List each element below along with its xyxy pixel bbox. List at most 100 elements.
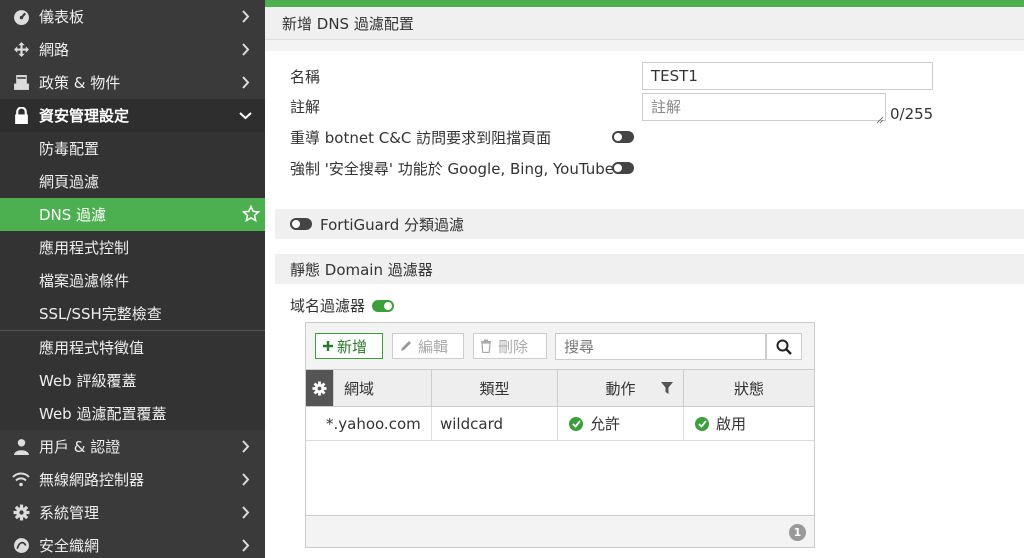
sidebar-item-network[interactable]: 網路 <box>0 33 265 66</box>
safe-search-toggle[interactable] <box>612 162 634 174</box>
chevron-right-icon <box>237 438 253 454</box>
fabric-icon <box>12 537 30 555</box>
domain-filter-toggle[interactable] <box>372 299 395 312</box>
dashboard-icon <box>12 8 30 26</box>
gear-icon <box>312 380 327 396</box>
add-button[interactable]: 新增 <box>315 333 383 359</box>
column-header-label: 類型 <box>479 379 510 398</box>
search-input[interactable]: 搜尋 <box>555 333 766 360</box>
sidebar-item-ssl-ssh-inspection[interactable]: SSL/SSH完整檢查 <box>0 297 265 330</box>
delete-button-label: 刪除 <box>498 337 529 356</box>
sidebar-item-dns-filter[interactable]: DNS 過濾 <box>0 198 265 231</box>
name-input[interactable]: TEST1 <box>642 62 933 90</box>
sidebar-item-application-control[interactable]: 應用程式控制 <box>0 231 265 264</box>
network-icon <box>12 41 30 59</box>
chevron-right-icon <box>237 537 253 553</box>
column-header-type[interactable]: 類型 <box>432 370 558 406</box>
sidebar-item-security-fabric[interactable]: 安全織網 <box>0 529 265 558</box>
sidebar-item-label: 資安管理設定 <box>39 107 130 125</box>
fortiguard-section-header: FortiGuard 分類過濾 <box>275 209 1024 239</box>
edit-button-label: 編輯 <box>418 337 449 356</box>
sidebar-item-label: 安全織網 <box>39 537 100 555</box>
cell-domain: *.yahoo.com <box>306 407 432 440</box>
sidebar-item-web-rating-overrides[interactable]: Web 評級覆蓋 <box>0 364 265 397</box>
column-header-domain[interactable]: 網域 <box>334 370 432 406</box>
sidebar-item-system[interactable]: 系統管理 <box>0 496 265 529</box>
search-button[interactable] <box>766 333 802 360</box>
edit-button[interactable]: 編輯 <box>392 333 464 359</box>
delete-button[interactable]: 刪除 <box>473 333 547 359</box>
main-content: 新增 DNS 過濾配置 名稱 TEST1 註解 註解 0/255 重導 botn… <box>265 0 1024 558</box>
sidebar-item-wifi-controller[interactable]: 無線網路控制器 <box>0 463 265 496</box>
divider <box>265 40 1024 51</box>
static-domain-section-label: 靜態 Domain 過濾器 <box>290 260 433 279</box>
chevron-right-icon <box>237 41 253 57</box>
sidebar-item-label: 系統管理 <box>39 504 100 522</box>
row-count-badge: 1 <box>789 524 806 541</box>
sidebar-item-label: 儀表板 <box>39 8 85 26</box>
column-header-label: 動作 <box>605 379 636 398</box>
filter-icon[interactable] <box>661 382 673 394</box>
sidebar-item-label: DNS 過濾 <box>39 206 107 224</box>
sidebar-item-label: 應用程式控制 <box>39 239 130 257</box>
chevron-down-icon <box>237 107 253 123</box>
column-header-label: 狀態 <box>733 379 764 398</box>
sidebar-item-label: 網路 <box>39 41 70 59</box>
column-header-status[interactable]: 狀態 <box>684 370 814 406</box>
chevron-right-icon <box>237 8 253 24</box>
trash-icon <box>480 339 492 353</box>
sidebar-item-dashboard[interactable]: 儀表板 <box>0 0 265 33</box>
sidebar-item-label: Web 過濾配置覆蓋 <box>39 405 167 423</box>
resize-handle-icon[interactable] <box>875 110 884 128</box>
sidebar: 儀表板 網路 政策 & 物件 資安管理設定 防毒配置 網頁過濾 DNS 過濾 應… <box>0 0 265 558</box>
redirect-botnet-label: 重導 botnet C&C 訪問要求到阻擋頁面 <box>290 129 552 147</box>
star-icon[interactable] <box>241 204 261 227</box>
chevron-right-icon <box>237 74 253 90</box>
sidebar-item-policy[interactable]: 政策 & 物件 <box>0 66 265 99</box>
cell-status-label: 啟用 <box>716 415 747 433</box>
table-row[interactable]: *.yahoo.com wildcard 允許 啟用 <box>306 407 814 441</box>
page-title: 新增 DNS 過濾配置 <box>265 7 1024 40</box>
sidebar-item-label: 網頁過濾 <box>39 173 100 191</box>
static-domain-section-header: 靜態 Domain 過濾器 <box>275 254 1024 284</box>
cell-action: 允許 <box>558 407 684 440</box>
sidebar-item-antivirus[interactable]: 防毒配置 <box>0 132 265 165</box>
sidebar-item-application-signatures[interactable]: 應用程式特徵值 <box>0 331 265 364</box>
add-button-label: 新增 <box>337 337 368 356</box>
search-icon <box>776 339 792 355</box>
comment-counter: 0/255 <box>890 105 934 123</box>
lock-icon <box>12 107 30 125</box>
sidebar-item-label: Web 評級覆蓋 <box>39 372 137 390</box>
column-settings-button[interactable] <box>306 370 334 406</box>
sidebar-item-file-filter[interactable]: 檔案過濾條件 <box>0 264 265 297</box>
sidebar-item-label: 應用程式特徵值 <box>39 339 145 357</box>
table-empty-area <box>306 441 814 515</box>
table-grid: 網域 類型 動作 狀態 *.yahoo.com wildcard 允許 啟用 <box>306 369 814 441</box>
column-header-action[interactable]: 動作 <box>558 370 684 406</box>
fortiguard-toggle[interactable] <box>290 218 312 230</box>
pencil-icon <box>399 339 413 353</box>
sidebar-item-label: 防毒配置 <box>39 140 100 158</box>
redirect-botnet-toggle[interactable] <box>612 131 634 143</box>
sidebar-item-label: SSL/SSH完整檢查 <box>39 305 162 323</box>
sidebar-item-user-auth[interactable]: 用戶 & 認證 <box>0 430 265 463</box>
domain-filter-row: 域名過濾器 <box>290 295 395 316</box>
sidebar-item-label: 用戶 & 認證 <box>39 438 121 456</box>
domain-filter-table: 新增 編輯 刪除 搜尋 網域 類型 動作 狀態 *.yahoo.com wild… <box>305 322 815 548</box>
cell-status: 啟用 <box>684 407 814 440</box>
accent-bar <box>265 0 1024 7</box>
sidebar-item-label: 政策 & 物件 <box>39 74 121 92</box>
sidebar-item-web-filter[interactable]: 網頁過濾 <box>0 165 265 198</box>
name-label: 名稱 <box>290 68 321 86</box>
cell-type: wildcard <box>432 407 558 440</box>
fortiguard-section-label: FortiGuard 分類過濾 <box>320 215 465 234</box>
table-header: 網域 類型 動作 狀態 <box>306 369 814 407</box>
sidebar-item-security-profiles[interactable]: 資安管理設定 <box>0 99 265 132</box>
sidebar-item-label: 無線網路控制器 <box>39 471 145 489</box>
comment-textarea[interactable]: 註解 <box>642 93 886 121</box>
domain-filter-label: 域名過濾器 <box>290 297 366 315</box>
table-toolbar: 新增 編輯 刪除 搜尋 <box>306 323 814 369</box>
chevron-right-icon <box>237 471 253 487</box>
wifi-icon <box>12 471 30 489</box>
sidebar-item-web-profile-overrides[interactable]: Web 過濾配置覆蓋 <box>0 397 265 430</box>
